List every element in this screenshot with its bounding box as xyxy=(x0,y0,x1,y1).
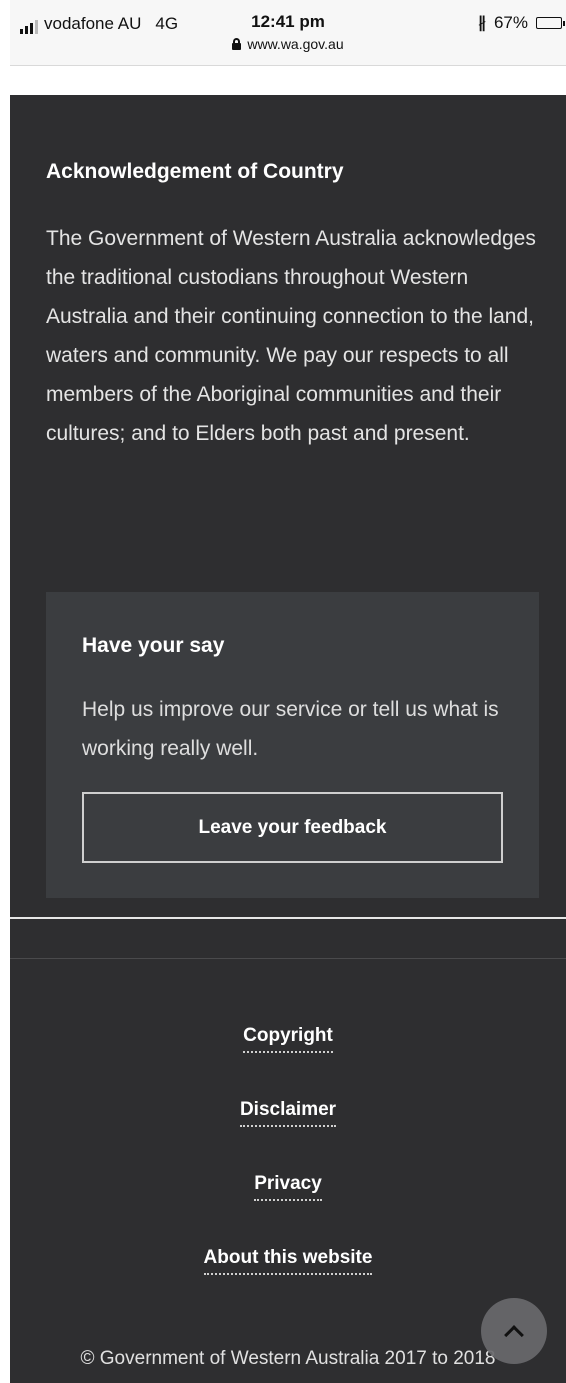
have-your-say-panel: Have your say Help us improve our servic… xyxy=(46,592,539,898)
chevron-up-icon xyxy=(504,1324,524,1345)
footer-link-about[interactable]: About this website xyxy=(10,1247,566,1275)
footer-link-label: Privacy xyxy=(254,1173,322,1201)
footer-link-label: Disclaimer xyxy=(239,1099,337,1127)
lock-icon xyxy=(232,38,242,50)
footer-divider xyxy=(10,958,566,959)
screenshot-seam xyxy=(10,917,566,919)
status-bar: vodafone AU 4G 12:41 pm www.wa.gov.au ∦ … xyxy=(10,0,566,66)
page-footer-region: Acknowledgement of Country The Governmen… xyxy=(10,95,566,1383)
footer-link-privacy[interactable]: Privacy xyxy=(10,1173,566,1201)
back-to-top-button[interactable] xyxy=(481,1298,547,1364)
footer-link-disclaimer[interactable]: Disclaimer xyxy=(10,1099,566,1127)
status-bar-right: ∦ 67% xyxy=(477,13,565,33)
have-your-say-text: Help us improve our service or tell us w… xyxy=(82,698,499,760)
footer-link-label: Copyright xyxy=(243,1025,333,1053)
acknowledgement-text: The Government of Western Australia ackn… xyxy=(46,227,536,445)
have-your-say-title: Have your say xyxy=(82,634,225,657)
address-bar[interactable]: www.wa.gov.au xyxy=(10,36,566,52)
acknowledgement-title: Acknowledgement of Country xyxy=(46,160,344,183)
address-url: www.wa.gov.au xyxy=(247,36,344,52)
footer-link-label: About this website xyxy=(203,1247,373,1275)
footer-link-copyright[interactable]: Copyright xyxy=(10,1025,566,1053)
bluetooth-icon: ∦ xyxy=(477,15,486,32)
copyright-notice: © Government of Western Australia 2017 t… xyxy=(80,1348,496,1369)
leave-feedback-button[interactable]: Leave your feedback xyxy=(82,792,503,863)
battery-icon xyxy=(536,17,565,29)
battery-percent: 67% xyxy=(493,13,528,32)
